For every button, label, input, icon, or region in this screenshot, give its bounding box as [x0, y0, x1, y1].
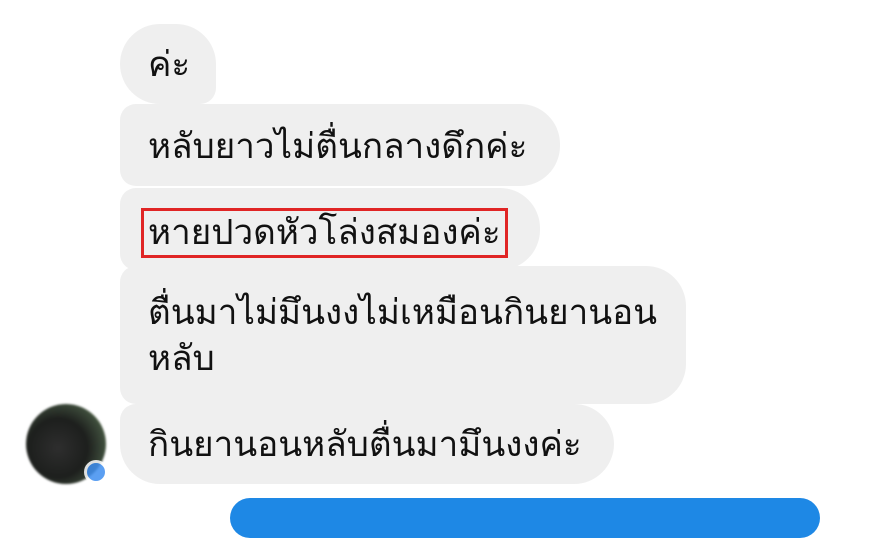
sent-message-bubble[interactable] [230, 498, 820, 538]
message-text: ตื่นมาไม่มึนงงไม่เหมือนกินยานอนหลับ [148, 293, 658, 379]
message-bubble-highlighted[interactable]: หายปวดหัวโล่งสมองค่ะ [120, 188, 540, 270]
highlight-box: หายปวดหัวโล่งสมองค่ะ [141, 208, 508, 258]
message-text: ค่ะ [148, 45, 191, 85]
message-text: กินยานอนหลับตื่นมามึนงงค่ะ [148, 425, 582, 465]
message-text: หลับยาวไม่ตื่นกลางดึกค่ะ [148, 127, 528, 167]
message-text: หายปวดหัวโล่งสมองค่ะ [148, 213, 501, 253]
messenger-badge-icon [84, 460, 108, 484]
message-bubble[interactable]: ตื่นมาไม่มึนงงไม่เหมือนกินยานอนหลับ [120, 266, 686, 404]
message-bubble[interactable]: กินยานอนหลับตื่นมามึนงงค่ะ [120, 404, 614, 484]
message-bubble[interactable]: หลับยาวไม่ตื่นกลางดึกค่ะ [120, 104, 560, 186]
message-bubble[interactable]: ค่ะ [120, 24, 216, 104]
